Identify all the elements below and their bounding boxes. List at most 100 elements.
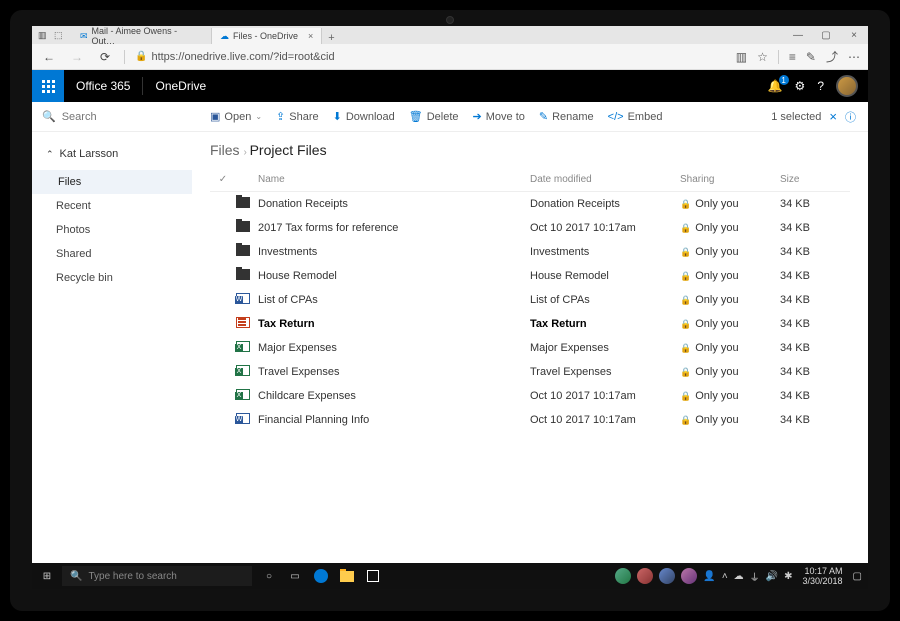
file-name[interactable]: House Remodel [258,270,530,282]
file-name[interactable]: Childcare Expenses [258,390,530,402]
close-window-button[interactable]: × [840,30,868,41]
browser-tab-onedrive[interactable]: ☁ Files - OneDrive × [212,28,322,44]
taskbar-clock[interactable]: 10:17 AM 3/30/2018 [799,566,847,586]
breadcrumb-root[interactable]: Files [210,142,240,158]
col-sharing[interactable]: Sharing [680,174,780,185]
win-tab-icon[interactable]: ▥ [38,30,48,40]
taskbar-search[interactable]: 🔍 Type here to search [62,566,252,586]
minimize-button[interactable]: — [784,30,812,41]
col-date[interactable]: Date modified [530,174,680,185]
file-name[interactable]: Travel Expenses [258,366,530,378]
rename-button[interactable]: ✎Rename [539,110,594,123]
delete-button[interactable]: 🗑Delete [409,110,459,123]
embed-button[interactable]: </>Embed [608,111,663,123]
file-row[interactable]: Travel ExpensesTravel Expenses🔒Only you3… [210,360,850,384]
url-text: https://onedrive.live.com/?id=root&cid [151,51,334,63]
app-launcher[interactable] [32,70,64,102]
browser-titlebar: ▥ ⬚ ✉ Mail - Aimee Owens - Out… ☁ Files … [32,26,868,44]
file-row[interactable]: House RemodelHouse Remodel🔒Only you34 KB [210,264,850,288]
cortana-icon[interactable]: ○ [260,567,278,585]
task-view-icon[interactable]: ▭ [286,567,304,585]
sidebar-item-recent[interactable]: Recent [32,194,192,218]
network-tray-icon[interactable]: ⏚ [750,569,760,584]
back-button[interactable]: ← [40,50,58,64]
clear-selection-button[interactable]: × [829,109,837,124]
new-tab-button[interactable]: + [322,32,340,44]
file-row[interactable]: Major ExpensesMajor Expenses🔒Only you34 … [210,336,850,360]
people-avatar[interactable] [615,568,631,584]
ease-tray-icon[interactable]: ✱ [784,571,792,582]
file-row[interactable]: Childcare ExpensesOct 10 2017 10:17am🔒On… [210,384,850,408]
select-all-checkbox[interactable]: ✓ [210,174,236,185]
file-sharing: 🔒Only you [680,198,780,210]
file-row[interactable]: 2017 Tax forms for referenceOct 10 2017 … [210,216,850,240]
user-avatar[interactable] [836,75,858,97]
sidebar-item-shared[interactable]: Shared [32,242,192,266]
file-name[interactable]: Donation Receipts [258,198,530,210]
file-row[interactable]: Tax ReturnTax Return🔒Only you34 KB [210,312,850,336]
people-bar-icon[interactable]: 👤 [703,571,715,582]
file-row[interactable]: InvestmentsInvestments🔒Only you34 KB [210,240,850,264]
action-center-icon[interactable]: ▢ [853,571,862,582]
win-tab-icon2[interactable]: ⬚ [54,30,64,40]
favorite-icon[interactable]: ☆ [757,50,768,64]
settings-button[interactable]: ⚙ [795,79,806,93]
tray-chevron-icon[interactable]: ˄ [722,571,728,582]
download-button[interactable]: ⬇Download [333,110,395,123]
help-button[interactable]: ? [817,79,824,93]
lock-icon: 🔒 [680,295,691,305]
notifications-button[interactable]: 🔔 1 [768,79,783,93]
file-list-header: ✓ Name Date modified Sharing Size [210,168,850,192]
start-button[interactable]: ⊞ [32,571,62,582]
file-name[interactable]: List of CPAs [258,294,530,306]
people-avatar[interactable] [659,568,675,584]
file-size: 34 KB [780,222,850,234]
sidebar-item-files[interactable]: Files [32,170,192,194]
details-pane-button[interactable]: ⓘ [845,109,856,125]
file-row[interactable]: Donation ReceiptsDonation Receipts🔒Only … [210,192,850,216]
open-button[interactable]: ▣Open ⌄ [210,110,262,123]
moveto-button[interactable]: ➔Move to [473,110,525,123]
url-field[interactable]: 🔒 https://onedrive.live.com/?id=root&cid [135,51,726,63]
sidebar-item-photos[interactable]: Photos [32,218,192,242]
sidebar-user[interactable]: ⌃ Kat Larsson [32,144,192,170]
explorer-taskbar-icon[interactable] [338,567,356,585]
more-icon[interactable]: ⋯ [848,50,860,64]
volume-tray-icon[interactable]: 🔊 [766,571,778,582]
file-row[interactable]: List of CPAsList of CPAs🔒Only you34 KB [210,288,850,312]
lock-icon: 🔒 [680,319,691,329]
maximize-button[interactable]: ▢ [812,30,840,41]
sidebar-item-recycle-bin[interactable]: Recycle bin [32,266,192,290]
browser-tab-mail[interactable]: ✉ Mail - Aimee Owens - Out… [72,28,212,44]
notes-icon[interactable]: ✎ [806,50,816,64]
col-size[interactable]: Size [780,174,850,185]
app-name[interactable]: OneDrive [143,79,218,93]
file-sharing: 🔒Only you [680,270,780,282]
search-input[interactable] [62,111,162,123]
notification-badge: 1 [779,75,789,85]
edge-taskbar-icon[interactable] [312,567,330,585]
forward-button[interactable]: → [68,50,86,64]
file-name[interactable]: Financial Planning Info [258,414,530,426]
reading-view-icon[interactable]: ▥ [736,50,747,64]
file-name[interactable]: Major Expenses [258,342,530,354]
file-row[interactable]: Financial Planning InfoOct 10 2017 10:17… [210,408,850,432]
file-name[interactable]: Investments [258,246,530,258]
file-name[interactable]: 2017 Tax forms for reference [258,222,530,234]
people-avatar[interactable] [681,568,697,584]
search-box[interactable]: 🔍 [32,110,192,123]
col-name[interactable]: Name [258,174,530,185]
refresh-button[interactable]: ⟳ [96,50,114,64]
store-taskbar-icon[interactable] [364,567,382,585]
share-browser-icon[interactable]: ⤴ [826,48,838,65]
suite-brand[interactable]: Office 365 [64,77,143,95]
share-button[interactable]: ⇪Share [276,110,319,123]
hub-icon[interactable]: ≡ [789,50,796,64]
people-avatar[interactable] [637,568,653,584]
browser-tabs: ✉ Mail - Aimee Owens - Out… ☁ Files - On… [72,26,341,44]
onedrive-tray-icon[interactable]: ☁ [734,571,744,582]
file-date: House Remodel [530,270,680,282]
chevron-down-icon: ⌄ [255,112,262,121]
close-tab-icon[interactable]: × [308,31,313,41]
file-name[interactable]: Tax Return [258,318,530,330]
